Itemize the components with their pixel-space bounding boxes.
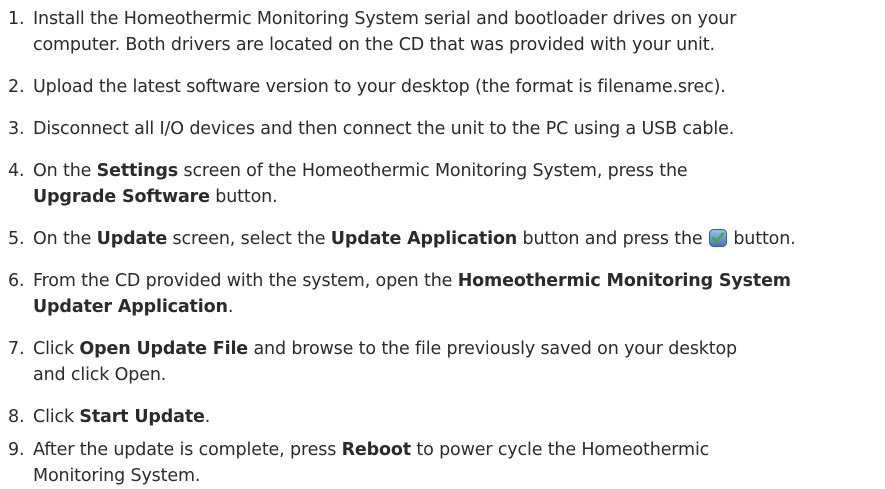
reboot-term: Reboot bbox=[341, 440, 412, 460]
step-2: 2. Upload the latest software version to … bbox=[8, 74, 879, 100]
start-update-term: Start Update bbox=[79, 407, 205, 427]
step-text: button. bbox=[209, 187, 278, 207]
step-text: . bbox=[204, 407, 211, 427]
monitoring-system-term: Homeothermic Monitoring System bbox=[457, 271, 791, 291]
step-text-continued: Monitoring System. bbox=[33, 466, 201, 486]
step-text: button and press the bbox=[517, 229, 708, 249]
step-5: 5. On the Update screen, select the Updat… bbox=[8, 226, 879, 252]
step-text: to power cycle the Homeothermic bbox=[410, 440, 710, 460]
step-number: 2. bbox=[8, 77, 25, 97]
step-4: 4. On the Settings screen of the Homeothe… bbox=[8, 158, 879, 210]
step-1: 1. Install the Homeothermic Monitoring Sy… bbox=[8, 6, 879, 58]
step-text: Disconnect all I/O devices and then conn… bbox=[33, 119, 735, 139]
step-text: Upload the latest software version to yo… bbox=[33, 77, 726, 97]
step-8: 8. Click Start Update. bbox=[8, 404, 879, 430]
updater-application-term: Updater Application bbox=[33, 297, 228, 317]
step-number: 9. bbox=[8, 440, 25, 460]
step-number: 7. bbox=[8, 339, 25, 359]
update-application-term: Update Application bbox=[330, 229, 518, 249]
step-text: button. bbox=[727, 229, 796, 249]
step-text: On the bbox=[33, 161, 97, 181]
step-7: 7. Click Open Update File and browse to t… bbox=[8, 336, 879, 388]
step-number: 3. bbox=[8, 119, 25, 139]
checkmark-button-icon bbox=[708, 229, 727, 247]
step-text-continued: Updater Application. bbox=[8, 294, 879, 320]
step-text: Click bbox=[33, 407, 80, 427]
step-text: From the CD provided with the system, op… bbox=[33, 271, 458, 291]
step-9: 9. After the update is complete, press Re… bbox=[8, 437, 879, 489]
step-text: screen of the Homeothermic Monitoring Sy… bbox=[178, 161, 688, 181]
open-update-file-term: Open Update File bbox=[79, 339, 249, 359]
step-3: 3. Disconnect all I/O devices and then co… bbox=[8, 116, 879, 142]
step-6: 6. From the CD provided with the system, … bbox=[8, 268, 879, 320]
step-text-continued: Upgrade Software button. bbox=[8, 184, 879, 210]
step-text: and browse to the file previously saved … bbox=[248, 339, 738, 359]
step-text: Install the Homeothermic Monitoring Syst… bbox=[33, 9, 737, 29]
upgrade-software-term: Upgrade Software bbox=[33, 187, 210, 207]
instruction-list: 1. Install the Homeothermic Monitoring Sy… bbox=[0, 0, 885, 487]
settings-screen-term: Settings bbox=[96, 161, 179, 181]
step-number: 6. bbox=[8, 271, 25, 291]
step-number: 5. bbox=[8, 229, 25, 249]
step-text-continued: and click Open. bbox=[33, 365, 167, 385]
step-text: On the bbox=[33, 229, 97, 249]
step-number: 1. bbox=[8, 9, 25, 29]
update-screen-term: Update bbox=[96, 229, 168, 249]
step-text: screen, select the bbox=[167, 229, 331, 249]
step-number: 8. bbox=[8, 407, 25, 427]
step-text: . bbox=[227, 297, 234, 317]
step-text: After the update is complete, press bbox=[33, 440, 342, 460]
step-number: 4. bbox=[8, 161, 25, 181]
step-text-continued: computer. Both drivers are located on th… bbox=[33, 35, 715, 55]
step-text: Click bbox=[33, 339, 80, 359]
